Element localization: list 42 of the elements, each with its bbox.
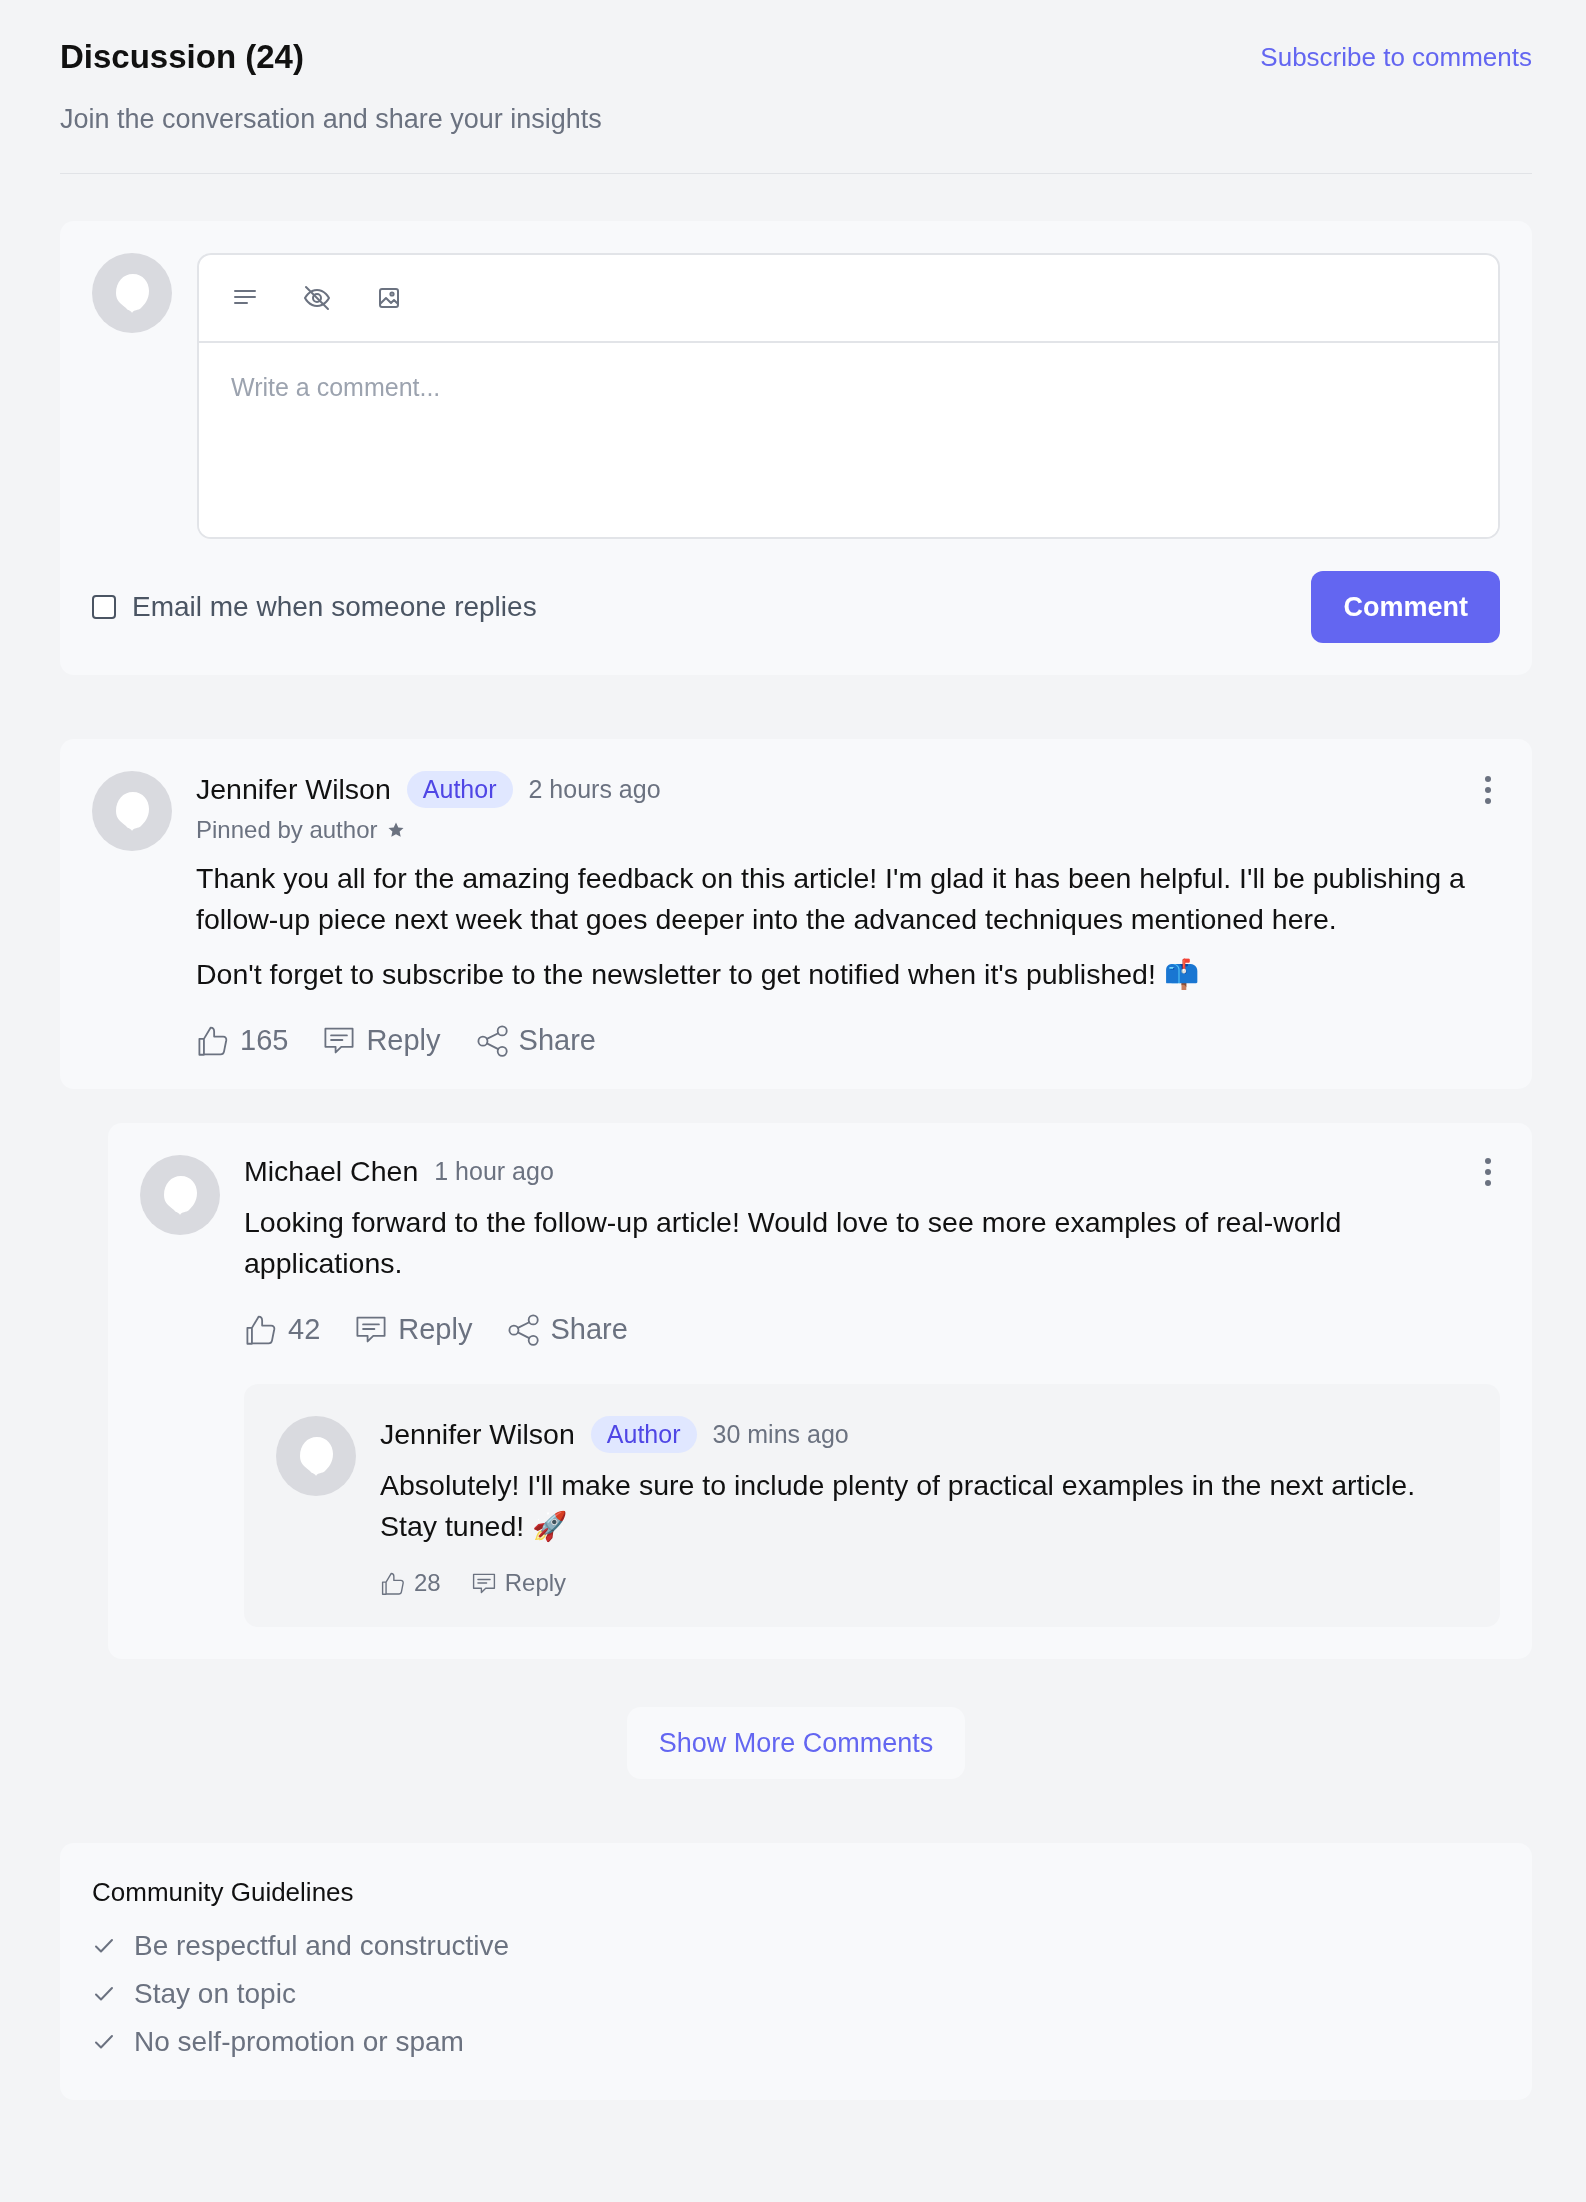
author-name[interactable]: Jennifer Wilson bbox=[380, 1418, 575, 1451]
subscribe-link[interactable]: Subscribe to comments bbox=[1260, 41, 1532, 73]
guideline-item: No self-promotion or spam bbox=[134, 2026, 464, 2058]
avatar-icon bbox=[92, 771, 172, 851]
reply-button[interactable]: Reply bbox=[322, 1023, 441, 1057]
more-icon bbox=[1484, 774, 1492, 805]
thumbs-up-icon bbox=[380, 1570, 406, 1596]
comment-time: 2 hours ago bbox=[528, 775, 661, 804]
author-name[interactable]: Jennifer Wilson bbox=[196, 773, 391, 806]
reply-button[interactable]: Reply bbox=[354, 1312, 473, 1346]
email-checkbox[interactable] bbox=[92, 595, 116, 619]
avatar-icon bbox=[92, 253, 172, 333]
comment-text: Thank you all for the amazing feedback on this article! I'm glad it has been helpful. I'll be publishing a follow-up piece next week that goes deeper into the advanced techniques mentioned here. bbox=[196, 861, 1466, 937]
guideline-item: Stay on topic bbox=[134, 1978, 296, 2010]
reply-button[interactable]: Reply bbox=[470, 1569, 567, 1597]
more-icon bbox=[1484, 1156, 1492, 1187]
avatar-icon bbox=[140, 1155, 220, 1235]
share-icon bbox=[506, 1312, 541, 1346]
share-button[interactable]: Share bbox=[506, 1312, 628, 1346]
author-name[interactable]: Michael Chen bbox=[244, 1155, 419, 1188]
page-subtitle: Join the conversation and share your insights bbox=[60, 104, 603, 135]
comment-time: 30 mins ago bbox=[712, 1420, 849, 1449]
author-badge: Author bbox=[406, 771, 513, 808]
guidelines-title: Community Guidelines bbox=[92, 1877, 355, 1908]
comment-editor[interactable]: Write a comment... bbox=[197, 253, 1500, 539]
pinned-label: Pinned by author bbox=[196, 816, 378, 844]
like-button[interactable]: 28 bbox=[380, 1569, 441, 1597]
comment-text: Don't forget to subscribe to the newsletter to get notified when it's published! 📫 bbox=[196, 957, 1200, 992]
show-more-button[interactable]: Show More Comments bbox=[626, 1707, 966, 1779]
like-button[interactable]: 42 bbox=[244, 1312, 321, 1346]
comment-text: Absolutely! I'll make sure to include plenty of practical examples in the next article. Stay tuned! 🚀 bbox=[380, 1468, 1417, 1544]
share-button[interactable]: Share bbox=[474, 1023, 596, 1057]
avatar-icon bbox=[276, 1416, 356, 1496]
comment-button[interactable]: Comment bbox=[1311, 571, 1500, 643]
guideline-item: Be respectful and constructive bbox=[134, 1930, 510, 1962]
comment-text: Looking forward to the follow-up article! Would love to see more examples of real-world applications. bbox=[244, 1205, 1343, 1281]
star-icon bbox=[387, 821, 406, 839]
checkbox-label: Email me when someone replies bbox=[132, 591, 537, 623]
comment-time: 1 hour ago bbox=[434, 1157, 554, 1186]
like-button[interactable]: 165 bbox=[196, 1023, 289, 1057]
author-badge: Author bbox=[590, 1416, 697, 1453]
page-title: Discussion (24) bbox=[60, 38, 304, 76]
